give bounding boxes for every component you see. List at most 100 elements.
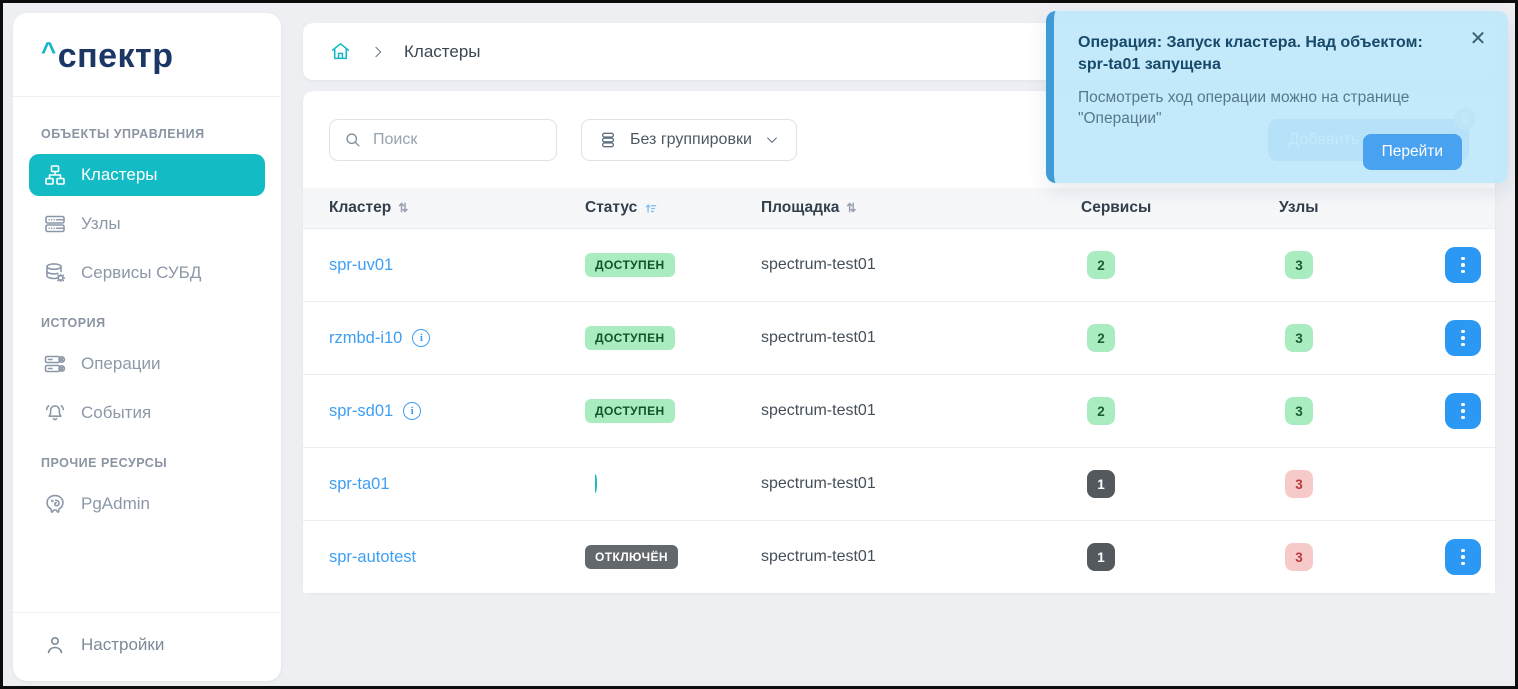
sidebar-item-nodes[interactable]: Узлы: [29, 203, 265, 245]
row-actions-button[interactable]: [1445, 320, 1481, 356]
sidebar-item-operations[interactable]: Операции: [29, 343, 265, 385]
sidebar-item-label: Операции: [81, 354, 161, 374]
ellipsis-icon: [1461, 330, 1465, 334]
table-row: spr-sd01 i ДОСТУПЕН spectrum-test01 2 3: [303, 374, 1495, 447]
events-icon: [43, 401, 67, 425]
column-header-site[interactable]: Площадка ⇅: [761, 199, 1081, 217]
logo-caret-mark: ^: [41, 36, 57, 66]
ellipsis-icon: [1461, 549, 1465, 553]
status-badge: ОТКЛЮЧЁН: [585, 545, 678, 569]
logo-block: ^спектр: [13, 13, 281, 97]
sidebar-item-label: PgAdmin: [81, 494, 150, 514]
grouping-select[interactable]: Без группировки: [581, 119, 797, 161]
search-box[interactable]: [329, 119, 557, 161]
breadcrumb-current-page: Кластеры: [404, 42, 481, 62]
sidebar-nav: ОБЪЕКТЫ УПРАВЛЕНИЯ Кластеры Узлы: [13, 97, 281, 612]
operation-toast: Операция: Запуск кластера. Над объектом:…: [1046, 11, 1508, 183]
column-header-status[interactable]: Статус: [585, 199, 761, 217]
breadcrumb-home[interactable]: [329, 40, 352, 63]
sidebar-item-events[interactable]: События: [29, 392, 265, 434]
chevron-down-icon: [764, 132, 780, 148]
sidebar-footer: Настройки: [13, 612, 281, 681]
cluster-link[interactable]: spr-ta01: [329, 475, 390, 494]
section-label-other: ПРОЧИЕ РЕСУРСЫ: [41, 456, 253, 470]
search-input[interactable]: [373, 131, 543, 149]
nodes-icon: [43, 212, 67, 236]
toast-go-button[interactable]: Перейти: [1363, 134, 1462, 170]
sidebar-item-db-services[interactable]: Сервисы СУБД: [29, 252, 265, 294]
ellipsis-icon: [1461, 403, 1465, 407]
services-count: 2: [1087, 397, 1115, 425]
site-cell: spectrum-test01: [761, 402, 876, 419]
toast-message: Посмотреть ход операции можно на страниц…: [1078, 87, 1418, 130]
nodes-count: 3: [1285, 470, 1313, 498]
row-actions-button[interactable]: [1445, 393, 1481, 429]
nodes-count: 3: [1285, 543, 1313, 571]
info-icon[interactable]: i: [412, 329, 430, 347]
pgadmin-icon: [43, 492, 67, 516]
ellipsis-icon: [1461, 257, 1465, 261]
sidebar-item-label: События: [81, 403, 151, 423]
search-icon: [343, 130, 363, 150]
site-cell: spectrum-test01: [761, 548, 876, 565]
breadcrumb-separator: [370, 44, 386, 60]
sidebar-item-label: Сервисы СУБД: [81, 263, 201, 283]
sidebar-item-label: Узлы: [81, 214, 121, 234]
site-cell: spectrum-test01: [761, 329, 876, 346]
sort-active-icon[interactable]: [644, 201, 658, 215]
grouping-icon: [598, 130, 618, 150]
status-badge: ДОСТУПЕН: [585, 253, 675, 277]
services-count: 2: [1087, 251, 1115, 279]
app-window: { "app": { "logo_caret": "^", "logo_text…: [0, 0, 1518, 689]
status-badge: ДОСТУПЕН: [585, 326, 675, 350]
user-icon: [43, 633, 67, 657]
sidebar-item-label: Кластеры: [81, 165, 158, 185]
sort-icon[interactable]: ⇅: [398, 201, 407, 215]
logo-text: спектр: [58, 37, 174, 75]
sidebar: ^спектр ОБЪЕКТЫ УПРАВЛЕНИЯ Кластеры Узлы: [13, 13, 281, 681]
column-header-cluster[interactable]: Кластер ⇅: [329, 199, 585, 217]
table-row: rzmbd-i10 i ДОСТУПЕН spectrum-test01 2 3: [303, 301, 1495, 374]
table-row: spr-ta01 spectrum-test01 1 3: [303, 447, 1495, 520]
cluster-link[interactable]: spr-sd01: [329, 402, 393, 421]
services-count: 1: [1087, 470, 1115, 498]
column-header-services: Сервисы: [1081, 199, 1279, 217]
app-logo: ^спектр: [41, 37, 253, 76]
row-actions-button[interactable]: [1445, 247, 1481, 283]
column-label: Узлы: [1279, 199, 1318, 217]
services-count: 1: [1087, 543, 1115, 571]
nodes-count: 3: [1285, 397, 1313, 425]
section-label-management: ОБЪЕКТЫ УПРАВЛЕНИЯ: [41, 127, 253, 141]
table-row: spr-autotest ОТКЛЮЧЁН spectrum-test01 1 …: [303, 520, 1495, 593]
table-row: spr-uv01 ДОСТУПЕН spectrum-test01 2 3: [303, 228, 1495, 301]
clusters-icon: [43, 163, 67, 187]
site-cell: spectrum-test01: [761, 256, 876, 273]
column-label: Статус: [585, 199, 637, 217]
nodes-count: 3: [1285, 324, 1313, 352]
db-services-icon: [43, 261, 67, 285]
sidebar-item-pgadmin[interactable]: PgAdmin: [29, 483, 265, 525]
status-loading-spinner: [593, 473, 597, 494]
sidebar-item-settings[interactable]: Настройки: [43, 633, 251, 657]
info-icon[interactable]: i: [403, 402, 421, 420]
site-cell: spectrum-test01: [761, 475, 876, 492]
status-badge: ДОСТУПЕН: [585, 399, 675, 423]
sort-icon[interactable]: ⇅: [846, 201, 855, 215]
column-label: Площадка: [761, 199, 839, 217]
table-header: Кластер ⇅ Статус Площадка ⇅ Сервисы Узлы: [303, 188, 1495, 228]
chevron-right-icon: [370, 44, 386, 60]
toast-close-button[interactable]: ✕: [1467, 28, 1489, 50]
home-icon: [329, 40, 352, 63]
cluster-link[interactable]: rzmbd-i10: [329, 329, 402, 348]
grouping-value: Без группировки: [630, 131, 752, 149]
row-actions-button[interactable]: [1445, 539, 1481, 575]
column-label: Кластер: [329, 199, 391, 217]
section-label-history: ИСТОРИЯ: [41, 316, 253, 330]
cluster-link[interactable]: spr-uv01: [329, 256, 393, 275]
cluster-link[interactable]: spr-autotest: [329, 548, 416, 567]
toast-title: Операция: Запуск кластера. Над объектом:…: [1078, 32, 1448, 77]
operations-icon: [43, 352, 67, 376]
column-header-nodes: Узлы: [1279, 199, 1445, 217]
column-label: Сервисы: [1081, 199, 1151, 217]
sidebar-item-clusters[interactable]: Кластеры: [29, 154, 265, 196]
